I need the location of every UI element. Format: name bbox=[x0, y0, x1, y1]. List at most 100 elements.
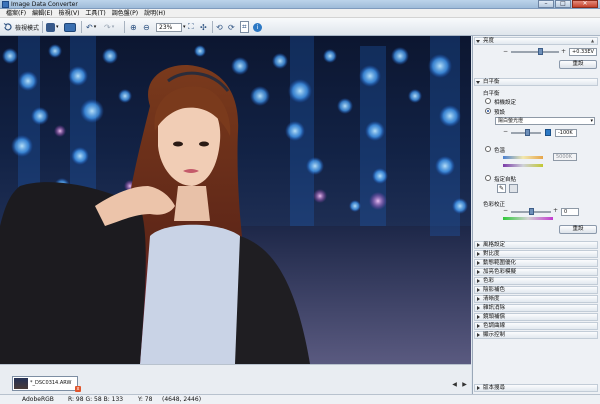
color-simulation-section-header[interactable]: 加亮色彩模擬 bbox=[474, 268, 598, 276]
color-section-header[interactable]: 色彩 bbox=[474, 277, 598, 285]
undo-dropdown-icon[interactable]: ▾ bbox=[94, 24, 97, 30]
redo-icon: ↷ bbox=[104, 22, 111, 32]
brightness-plus-icon[interactable]: + bbox=[561, 48, 566, 55]
tint-plus-icon[interactable]: + bbox=[553, 207, 558, 214]
zoom-in-icon: ⊕ bbox=[130, 22, 137, 32]
color-simulation-header-label: 加亮色彩模擬 bbox=[483, 269, 517, 275]
noise-reduction-header-label: 雜訊消除 bbox=[483, 305, 506, 311]
style-section-header[interactable]: 風格設定 bbox=[474, 241, 598, 249]
thumbnail-close-icon[interactable]: x bbox=[75, 386, 81, 392]
brightness-value[interactable]: +0.33EV bbox=[569, 48, 597, 56]
custom-wb-swatch bbox=[509, 184, 518, 193]
wb-kelvin-gradient bbox=[503, 156, 543, 159]
menu-bar: 檔案(F) 編輯(E) 檢視(V) 工具(T) 調色盤(P) 說明(H) bbox=[0, 9, 600, 18]
app-icon bbox=[2, 1, 9, 8]
wb-temp-slider-thumb[interactable] bbox=[525, 129, 530, 136]
menu-view[interactable]: 檢視(V) bbox=[56, 9, 83, 17]
brightness-slider-thumb[interactable] bbox=[538, 48, 544, 55]
wb-temp-minus-icon[interactable]: − bbox=[503, 128, 508, 135]
toolbar-separator bbox=[124, 21, 125, 33]
save-icon bbox=[46, 22, 55, 32]
display-control-section-header[interactable]: 顯示控制 bbox=[474, 331, 598, 339]
menu-help[interactable]: 說明(H) bbox=[141, 9, 168, 17]
menu-palette[interactable]: 調色盤(P) bbox=[109, 9, 141, 17]
wb-temp-step-button[interactable] bbox=[545, 129, 551, 136]
version-search-header-label: 版本搜尋 bbox=[483, 385, 506, 391]
menu-tools[interactable]: 工具(T) bbox=[82, 9, 108, 17]
save-button[interactable]: ▾ bbox=[46, 21, 59, 33]
tint-minus-icon[interactable]: − bbox=[503, 207, 508, 214]
redo-dropdown-icon[interactable]: ▾ bbox=[112, 24, 115, 30]
wb-kelvin-value[interactable]: 5000K bbox=[553, 153, 577, 161]
tint-slider-thumb[interactable] bbox=[528, 208, 534, 215]
crop-button[interactable]: ⌗ bbox=[240, 21, 249, 33]
info-button[interactable]: i bbox=[253, 21, 262, 33]
thumbnail-image bbox=[14, 378, 28, 389]
shadow-section-header[interactable]: 陰影補色 bbox=[474, 286, 598, 294]
tone-curve-section-header[interactable]: 色調曲線 bbox=[474, 322, 598, 330]
panel-scroll-up-icon[interactable]: ▲ bbox=[591, 38, 596, 44]
wb-preset-select[interactable]: 陽白螢光燈 bbox=[495, 117, 595, 125]
filmstrip-thumbnail[interactable]: *_DSC0314.ARW x bbox=[12, 376, 81, 392]
menu-file[interactable]: 檔案(F) bbox=[3, 9, 29, 17]
filmstrip-prev-icon[interactable]: ◀ bbox=[451, 381, 458, 388]
lens-correction-section-header[interactable]: 鏡頭補償 bbox=[474, 313, 598, 321]
brightness-minus-icon[interactable]: − bbox=[503, 48, 508, 55]
toolbar-separator bbox=[42, 21, 43, 33]
toolbar-separator bbox=[212, 21, 213, 33]
zoom-in-button[interactable]: ⊕ bbox=[130, 21, 137, 33]
view-mode-label: 檢視模式 bbox=[15, 24, 40, 32]
crop-icon: ⌗ bbox=[242, 22, 247, 31]
fit-screen-icon: ⛶ bbox=[188, 22, 194, 31]
rotate-left-button[interactable]: ⟲ bbox=[216, 21, 223, 33]
maximize-button[interactable]: □ bbox=[555, 0, 571, 8]
brightness-header-label: 亮度 bbox=[483, 38, 495, 44]
sharpness-section-header[interactable]: 清晰度 bbox=[474, 295, 598, 303]
brightness-slider[interactable] bbox=[511, 51, 559, 53]
wb-kelvin-radio[interactable] bbox=[485, 146, 491, 152]
wb-temp-value[interactable]: -100K bbox=[555, 129, 577, 137]
filmstrip-next-icon[interactable]: ▶ bbox=[461, 381, 468, 388]
brightness-section-header[interactable]: 亮度 ▲ bbox=[474, 37, 598, 45]
rgb-readout: R: 98 G: 58 B: 133 bbox=[68, 396, 124, 403]
fit-screen-button[interactable]: ⛶ bbox=[188, 21, 194, 33]
brightness-reset-button[interactable]: 重設 bbox=[559, 60, 597, 69]
colorspace-label: AdobeRGB bbox=[22, 396, 54, 403]
undo-button[interactable]: ↶ ▾ bbox=[86, 21, 96, 33]
save-dropdown-icon[interactable]: ▾ bbox=[56, 24, 59, 30]
contrast-section-header[interactable]: 對比度 bbox=[474, 250, 598, 258]
menu-edit[interactable]: 編輯(E) bbox=[29, 9, 55, 17]
tint-value[interactable]: 0 bbox=[561, 208, 579, 216]
full-size-button[interactable]: ✣ bbox=[200, 21, 207, 33]
view-mode-button[interactable]: 檢視模式 bbox=[3, 21, 39, 33]
rotate-right-icon: ⟳ bbox=[228, 22, 235, 32]
eyedropper-icon[interactable]: ✎ bbox=[497, 184, 506, 193]
zoom-level-select[interactable]: 23% ▾ bbox=[156, 21, 186, 33]
image-preview[interactable] bbox=[0, 36, 471, 364]
white-balance-reset-button[interactable]: 重設 bbox=[559, 225, 597, 234]
adjustment-panel: 亮度 ▲ − + +0.33EV 重設 白平衡 白平衡 相機設定 預設 陽白螢光… bbox=[472, 36, 600, 394]
compare-button[interactable] bbox=[64, 21, 76, 33]
redo-button[interactable]: ↷ ▾ bbox=[104, 21, 114, 33]
wb-preset-radio[interactable] bbox=[485, 108, 491, 114]
zoom-dropdown-icon[interactable]: ▾ bbox=[183, 24, 186, 30]
noise-reduction-section-header[interactable]: 雜訊消除 bbox=[474, 304, 598, 312]
wb-custom-radio[interactable] bbox=[485, 175, 491, 181]
version-search-section-header[interactable]: 版本搜尋 bbox=[474, 384, 598, 392]
white-balance-section-header[interactable]: 白平衡 bbox=[474, 78, 598, 86]
zoom-out-button[interactable]: ⊖ bbox=[143, 21, 150, 33]
style-header-label: 風格設定 bbox=[483, 242, 506, 248]
undo-icon: ↶ bbox=[86, 22, 93, 32]
dro-section-header[interactable]: 動態範圍優化 bbox=[474, 259, 598, 267]
tint-gradient bbox=[503, 217, 553, 220]
full-size-icon: ✣ bbox=[200, 22, 207, 32]
close-button[interactable]: ✕ bbox=[572, 0, 598, 8]
wb-camera-radio[interactable] bbox=[485, 98, 491, 104]
tone-curve-header-label: 色調曲線 bbox=[483, 323, 506, 329]
minimize-button[interactable]: – bbox=[538, 0, 554, 8]
wb-kelvin-tint-gradient bbox=[503, 164, 543, 167]
color-header-label: 色彩 bbox=[483, 278, 495, 284]
pixel-coords: (4648, 2446) bbox=[162, 396, 202, 403]
rotate-right-button[interactable]: ⟳ bbox=[228, 21, 235, 33]
window-controls: – □ ✕ bbox=[537, 0, 598, 9]
